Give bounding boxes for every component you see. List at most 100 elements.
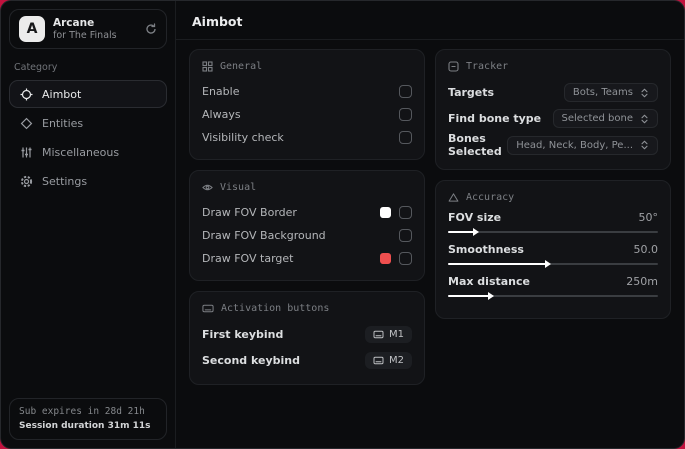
setting-label: Bones Selected (448, 132, 502, 158)
setting-label: FOV size (448, 211, 502, 224)
sub-expiry-text: Sub expires in 28d 21h (19, 406, 145, 418)
page-title: Aimbot (192, 14, 243, 29)
sliders-icon (21, 147, 32, 157)
keybind-value: M2 (389, 355, 404, 366)
brand-card: A Arcane for The Finals (9, 9, 167, 49)
setting-row-bones-selected: Bones Selected Head, Neck, Body, Pe... (448, 132, 658, 158)
crosshair-icon (20, 88, 33, 100)
max-distance-slider[interactable] (448, 291, 658, 301)
session-duration-text: Session duration 31m 11s (19, 420, 151, 431)
setting-row-smoothness: Smoothness 50.0 (448, 243, 658, 256)
setting-label: First keybind (202, 328, 284, 341)
sidebar-item-label: Aimbot (42, 87, 82, 101)
setting-label: Smoothness (448, 243, 524, 256)
setting-row-targets: Targets Bots, Teams (448, 80, 658, 105)
slider-value: 250m (626, 275, 658, 288)
setting-row-always: Always (202, 103, 412, 125)
slider-thumb[interactable] (544, 260, 551, 268)
main-header: Aimbot (176, 1, 684, 40)
category-label: Category (14, 62, 58, 73)
color-swatch-white[interactable] (380, 206, 391, 218)
slider-thumb[interactable] (473, 228, 480, 236)
general-card: General Enable Always Visibility check (189, 49, 425, 160)
enable-checkbox[interactable] (399, 84, 412, 98)
fov-target-checkbox[interactable] (399, 251, 412, 265)
setting-label: Max distance (448, 275, 530, 288)
fov-border-checkbox[interactable] (399, 205, 412, 219)
setting-row-fov-background: Draw FOV Background (202, 224, 412, 246)
sidebar: A Arcane for The Finals Category Aimbot … (1, 1, 176, 448)
sidebar-item-miscellaneous[interactable]: Miscellaneous (9, 138, 167, 166)
section-title: General (220, 61, 263, 72)
find-bone-type-dropdown[interactable]: Selected bone (552, 109, 658, 128)
setting-label: Enable (202, 84, 240, 98)
slider-value: 50° (638, 211, 659, 224)
visual-card: Visual Draw FOV Border Draw FOV Backgrou… (189, 170, 425, 281)
setting-label: Find bone type (448, 112, 542, 125)
diamond-icon (20, 117, 33, 129)
refresh-icon[interactable] (145, 23, 157, 35)
setting-row-fov-target: Draw FOV target (202, 247, 412, 269)
section-title: Visual (220, 182, 257, 193)
app-logo: A (19, 16, 45, 42)
slider-fill (448, 295, 493, 297)
gear-icon (20, 175, 33, 187)
smoothness-slider[interactable] (448, 259, 658, 269)
main-content: Aimbot General Enable Always Visibility … (176, 1, 684, 448)
sidebar-item-aimbot[interactable]: Aimbot (9, 80, 167, 108)
setting-row-second-keybind: Second keybind M2 (202, 348, 412, 373)
setting-row-fov-border: Draw FOV Border (202, 201, 412, 223)
color-swatch-red[interactable] (380, 252, 391, 264)
setting-row-enable: Enable (202, 80, 412, 102)
grid-icon (202, 61, 213, 72)
always-checkbox[interactable] (399, 107, 412, 121)
sidebar-item-label: Entities (42, 116, 84, 130)
setting-row-fov-size: FOV size 50° (448, 211, 658, 224)
sidebar-item-label: Miscellaneous (42, 145, 120, 159)
setting-label: Second keybind (202, 354, 300, 367)
dropdown-value: Head, Neck, Body, Pe... (516, 139, 633, 151)
setting-label: Targets (448, 86, 495, 99)
setting-label: Always (202, 107, 241, 121)
unfold-icon (641, 114, 648, 123)
bones-selected-dropdown[interactable]: Head, Neck, Body, Pe... (507, 135, 658, 155)
triangle-icon (448, 193, 459, 202)
setting-row-max-distance: Max distance 250m (448, 275, 658, 288)
app-name: Arcane (53, 16, 95, 29)
setting-label: Draw FOV Border (202, 205, 297, 219)
slider-fill (448, 263, 549, 265)
setting-label: Draw FOV target (202, 251, 294, 265)
section-title: Accuracy (466, 192, 515, 203)
fov-background-checkbox[interactable] (399, 228, 412, 242)
activation-card: Activation buttons First keybind M1 Seco… (189, 291, 425, 385)
section-title: Tracker (466, 61, 509, 72)
accuracy-card: Accuracy FOV size 50° Smoothness 50.0 Ma… (435, 180, 671, 319)
app-window: A Arcane for The Finals Category Aimbot … (0, 0, 685, 449)
first-keybind-button[interactable]: M1 (365, 326, 412, 343)
square-minus-icon (448, 61, 459, 72)
keyboard-icon (373, 356, 384, 365)
sidebar-item-settings[interactable]: Settings (9, 167, 167, 195)
section-title: Activation buttons (221, 303, 330, 314)
subscription-card: Sub expires in 28d 21h Session duration … (9, 398, 167, 440)
sidebar-item-label: Settings (42, 174, 88, 188)
second-keybind-button[interactable]: M2 (365, 352, 412, 369)
setting-row-first-keybind: First keybind M1 (202, 322, 412, 347)
setting-label: Draw FOV Background (202, 228, 326, 242)
fov-size-slider[interactable] (448, 227, 658, 237)
setting-row-find-bone-type: Find bone type Selected bone (448, 106, 658, 131)
tracker-card: Tracker Targets Bots, Teams Find bone ty… (435, 49, 671, 170)
unfold-icon (641, 140, 648, 150)
unfold-icon (641, 88, 648, 97)
sidebar-item-entities[interactable]: Entities (9, 109, 167, 137)
dropdown-value: Selected bone (561, 113, 633, 124)
targets-dropdown[interactable]: Bots, Teams (563, 83, 658, 102)
eye-icon (202, 184, 213, 191)
visibility-check-checkbox[interactable] (399, 130, 412, 144)
app-subtitle: for The Finals (53, 29, 117, 41)
keybind-value: M1 (389, 329, 404, 340)
slider-thumb[interactable] (488, 292, 495, 300)
slider-track[interactable] (448, 231, 658, 233)
keyboard-icon (373, 330, 384, 339)
setting-row-visibility-check: Visibility check (202, 126, 412, 148)
